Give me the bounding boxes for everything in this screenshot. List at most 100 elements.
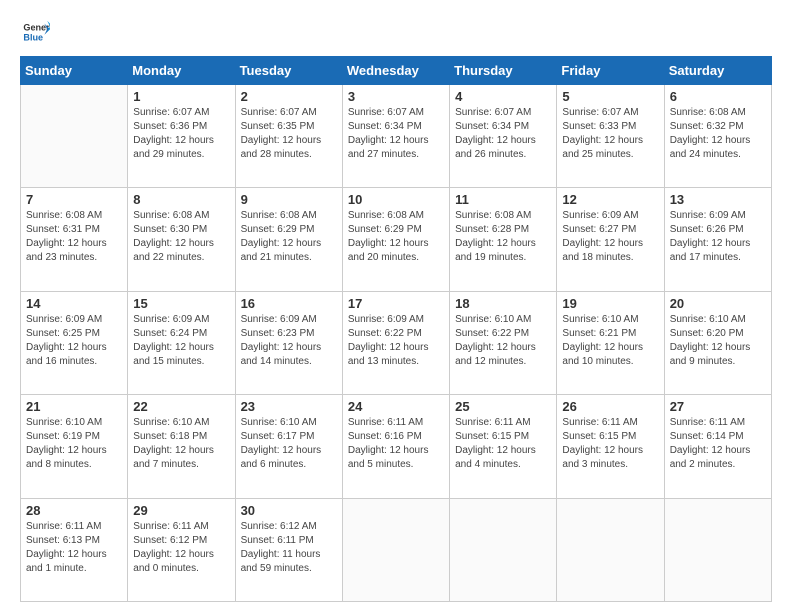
- day-info: Sunrise: 6:08 AMSunset: 6:29 PMDaylight:…: [241, 209, 337, 265]
- table-row: 17 Sunrise: 6:09 AMSunset: 6:22 PMDayligh…: [342, 291, 449, 394]
- day-number: 4: [455, 89, 551, 104]
- table-row: 27 Sunrise: 6:11 AMSunset: 6:14 PMDayligh…: [664, 395, 771, 498]
- day-number: 11: [455, 192, 551, 207]
- table-row: 14 Sunrise: 6:09 AMSunset: 6:25 PMDayligh…: [21, 291, 128, 394]
- table-row: 6 Sunrise: 6:08 AMSunset: 6:32 PMDaylight…: [664, 85, 771, 188]
- table-row: 20 Sunrise: 6:10 AMSunset: 6:20 PMDayligh…: [664, 291, 771, 394]
- day-info: Sunrise: 6:09 AMSunset: 6:27 PMDaylight:…: [562, 209, 658, 265]
- logo: General Blue: [20, 18, 52, 46]
- table-row: 10 Sunrise: 6:08 AMSunset: 6:29 PMDayligh…: [342, 188, 449, 291]
- day-number: 5: [562, 89, 658, 104]
- day-info: Sunrise: 6:09 AMSunset: 6:23 PMDaylight:…: [241, 313, 337, 369]
- day-info: Sunrise: 6:11 AMSunset: 6:16 PMDaylight:…: [348, 416, 444, 472]
- table-row: 25 Sunrise: 6:11 AMSunset: 6:15 PMDayligh…: [450, 395, 557, 498]
- day-number: 9: [241, 192, 337, 207]
- day-number: 15: [133, 296, 229, 311]
- svg-text:Blue: Blue: [23, 32, 43, 42]
- day-info: Sunrise: 6:11 AMSunset: 6:15 PMDaylight:…: [455, 416, 551, 472]
- table-row: 13 Sunrise: 6:09 AMSunset: 6:26 PMDayligh…: [664, 188, 771, 291]
- calendar-header-row: Sunday Monday Tuesday Wednesday Thursday…: [21, 57, 772, 85]
- day-info: Sunrise: 6:10 AMSunset: 6:18 PMDaylight:…: [133, 416, 229, 472]
- day-number: 30: [241, 503, 337, 518]
- table-row: 16 Sunrise: 6:09 AMSunset: 6:23 PMDayligh…: [235, 291, 342, 394]
- table-row: 29 Sunrise: 6:11 AMSunset: 6:12 PMDayligh…: [128, 498, 235, 601]
- table-row: 30 Sunrise: 6:12 AMSunset: 6:11 PMDayligh…: [235, 498, 342, 601]
- day-number: 7: [26, 192, 122, 207]
- page-header: General Blue: [20, 18, 772, 46]
- table-row: 3 Sunrise: 6:07 AMSunset: 6:34 PMDaylight…: [342, 85, 449, 188]
- day-number: 20: [670, 296, 766, 311]
- day-number: 10: [348, 192, 444, 207]
- day-number: 17: [348, 296, 444, 311]
- col-tuesday: Tuesday: [235, 57, 342, 85]
- day-info: Sunrise: 6:07 AMSunset: 6:36 PMDaylight:…: [133, 106, 229, 162]
- day-info: Sunrise: 6:10 AMSunset: 6:20 PMDaylight:…: [670, 313, 766, 369]
- day-number: 29: [133, 503, 229, 518]
- day-info: Sunrise: 6:09 AMSunset: 6:25 PMDaylight:…: [26, 313, 122, 369]
- table-row: 2 Sunrise: 6:07 AMSunset: 6:35 PMDaylight…: [235, 85, 342, 188]
- day-number: 1: [133, 89, 229, 104]
- day-info: Sunrise: 6:07 AMSunset: 6:34 PMDaylight:…: [455, 106, 551, 162]
- day-number: 27: [670, 399, 766, 414]
- day-number: 22: [133, 399, 229, 414]
- day-info: Sunrise: 6:09 AMSunset: 6:22 PMDaylight:…: [348, 313, 444, 369]
- table-row: 23Sunrise: 6:10 AMSunset: 6:17 PMDayligh…: [235, 395, 342, 498]
- day-number: 14: [26, 296, 122, 311]
- day-info: Sunrise: 6:08 AMSunset: 6:29 PMDaylight:…: [348, 209, 444, 265]
- day-info: Sunrise: 6:08 AMSunset: 6:28 PMDaylight:…: [455, 209, 551, 265]
- day-info: Sunrise: 6:11 AMSunset: 6:12 PMDaylight:…: [133, 520, 229, 576]
- day-number: 2: [241, 89, 337, 104]
- table-row: 1 Sunrise: 6:07 AMSunset: 6:36 PMDaylight…: [128, 85, 235, 188]
- table-row: 8 Sunrise: 6:08 AMSunset: 6:30 PMDaylight…: [128, 188, 235, 291]
- svg-text:General: General: [23, 23, 50, 33]
- col-saturday: Saturday: [664, 57, 771, 85]
- table-row: 15 Sunrise: 6:09 AMSunset: 6:24 PMDayligh…: [128, 291, 235, 394]
- day-info: Sunrise: 6:08 AMSunset: 6:30 PMDaylight:…: [133, 209, 229, 265]
- table-row: 22 Sunrise: 6:10 AMSunset: 6:18 PMDayligh…: [128, 395, 235, 498]
- table-row: [21, 85, 128, 188]
- table-row: 12 Sunrise: 6:09 AMSunset: 6:27 PMDayligh…: [557, 188, 664, 291]
- table-row: [664, 498, 771, 601]
- day-number: 25: [455, 399, 551, 414]
- day-number: 28: [26, 503, 122, 518]
- day-number: 23: [241, 399, 337, 414]
- day-number: 24: [348, 399, 444, 414]
- day-number: 26: [562, 399, 658, 414]
- day-info: Sunrise: 6:07 AMSunset: 6:33 PMDaylight:…: [562, 106, 658, 162]
- day-number: 21: [26, 399, 122, 414]
- day-info: Sunrise: 6:11 AMSunset: 6:14 PMDaylight:…: [670, 416, 766, 472]
- day-info: Sunrise: 6:07 AMSunset: 6:34 PMDaylight:…: [348, 106, 444, 162]
- table-row: [342, 498, 449, 601]
- day-number: 12: [562, 192, 658, 207]
- day-number: 13: [670, 192, 766, 207]
- day-info: Sunrise: 6:07 AMSunset: 6:35 PMDaylight:…: [241, 106, 337, 162]
- table-row: 24 Sunrise: 6:11 AMSunset: 6:16 PMDayligh…: [342, 395, 449, 498]
- col-monday: Monday: [128, 57, 235, 85]
- table-row: 7 Sunrise: 6:08 AMSunset: 6:31 PMDaylight…: [21, 188, 128, 291]
- table-row: 5 Sunrise: 6:07 AMSunset: 6:33 PMDaylight…: [557, 85, 664, 188]
- col-thursday: Thursday: [450, 57, 557, 85]
- col-sunday: Sunday: [21, 57, 128, 85]
- day-number: 6: [670, 89, 766, 104]
- day-info: Sunrise: 6:10 AMSunset: 6:19 PMDaylight:…: [26, 416, 122, 472]
- day-info: Sunrise: 6:10 AMSunset: 6:22 PMDaylight:…: [455, 313, 551, 369]
- day-number: 16: [241, 296, 337, 311]
- day-info: Sunrise: 6:11 AMSunset: 6:13 PMDaylight:…: [26, 520, 122, 576]
- calendar-table: Sunday Monday Tuesday Wednesday Thursday…: [20, 56, 772, 602]
- day-number: 3: [348, 89, 444, 104]
- day-info: Sunrise: 6:09 AMSunset: 6:26 PMDaylight:…: [670, 209, 766, 265]
- day-info: Sunrise: 6:11 AMSunset: 6:15 PMDaylight:…: [562, 416, 658, 472]
- table-row: 11 Sunrise: 6:08 AMSunset: 6:28 PMDayligh…: [450, 188, 557, 291]
- table-row: 4 Sunrise: 6:07 AMSunset: 6:34 PMDaylight…: [450, 85, 557, 188]
- day-number: 19: [562, 296, 658, 311]
- day-info: Sunrise: 6:08 AMSunset: 6:32 PMDaylight:…: [670, 106, 766, 162]
- table-row: 18Sunrise: 6:10 AMSunset: 6:22 PMDayligh…: [450, 291, 557, 394]
- table-row: 28 Sunrise: 6:11 AMSunset: 6:13 PMDayligh…: [21, 498, 128, 601]
- day-info: Sunrise: 6:08 AMSunset: 6:31 PMDaylight:…: [26, 209, 122, 265]
- day-info: Sunrise: 6:09 AMSunset: 6:24 PMDaylight:…: [133, 313, 229, 369]
- table-row: [450, 498, 557, 601]
- day-info: Sunrise: 6:12 AMSunset: 6:11 PMDaylight:…: [241, 520, 337, 576]
- table-row: [557, 498, 664, 601]
- table-row: 21 Sunrise: 6:10 AMSunset: 6:19 PMDayligh…: [21, 395, 128, 498]
- day-number: 8: [133, 192, 229, 207]
